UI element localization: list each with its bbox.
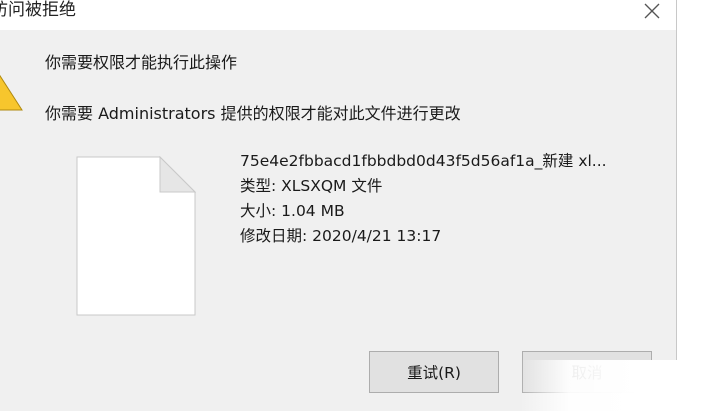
cancel-button[interactable]: 取消 <box>522 351 652 393</box>
file-type: 类型: XLSXQM 文件 <box>240 177 383 195</box>
access-denied-dialog: 访问被拒绝 你需要权限才能执行此操作 你需要 Administrators 提供… <box>0 0 677 411</box>
file-name: 75e4e2fbbacd1fbbdbd0d43f5d56af1a_新建 xl..… <box>240 152 607 170</box>
file-info: 75e4e2fbbacd1fbbdbd0d43f5d56af1a_新建 xl..… <box>240 149 607 249</box>
title-bar[interactable]: 访问被拒绝 <box>0 0 676 30</box>
close-icon <box>644 3 660 19</box>
dialog-heading: 你需要权限才能执行此操作 <box>45 53 238 72</box>
file-size: 大小: 1.04 MB <box>240 202 345 220</box>
window-title: 访问被拒绝 <box>0 0 76 20</box>
dialog-message: 你需要 Administrators 提供的权限才能对此文件进行更改 <box>45 104 461 123</box>
file-modified-date: 修改日期: 2020/4/21 13:17 <box>240 227 442 245</box>
retry-button[interactable]: 重试(R) <box>369 351 499 393</box>
close-button[interactable] <box>630 0 674 22</box>
file-icon <box>76 156 196 316</box>
warning-icon <box>0 74 23 111</box>
